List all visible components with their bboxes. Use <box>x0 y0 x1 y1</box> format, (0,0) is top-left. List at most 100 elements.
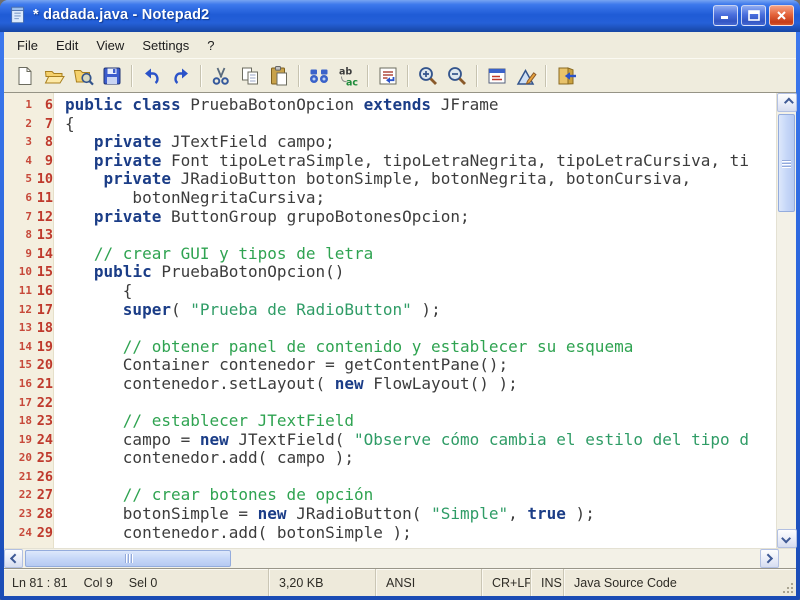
open-file-button[interactable] <box>39 62 68 89</box>
redo-icon <box>170 65 192 87</box>
line-number-secondary: 19 <box>4 431 32 450</box>
code-line: 2328 botonSimple = new JRadioButton( "Si… <box>4 505 776 524</box>
code-pane[interactable]: 16public class PruebaBotonOpcion extends… <box>4 93 776 548</box>
line-number-secondary: 20 <box>4 449 32 468</box>
copy-icon <box>239 65 261 87</box>
line-number-secondary: 24 <box>4 524 32 543</box>
code-text <box>53 468 65 487</box>
scroll-up-button[interactable] <box>777 93 797 112</box>
code-line: 1823 // establecer JTextField <box>4 412 776 431</box>
close-button[interactable] <box>769 5 794 26</box>
status-line: Ln 81 : 81 <box>12 576 68 590</box>
line-number-secondary: 21 <box>4 468 32 487</box>
zoom-out-button[interactable] <box>442 62 471 89</box>
status-encoding[interactable]: ANSI <box>375 569 481 596</box>
new-file-button[interactable] <box>10 62 39 89</box>
find-icon <box>308 65 330 87</box>
toolbar-separator <box>131 65 132 87</box>
toolbar-separator <box>200 65 201 87</box>
vertical-scroll-track[interactable] <box>777 112 796 529</box>
status-eol-mode[interactable]: CR+LF <box>481 569 530 596</box>
vertical-scroll-thumb[interactable] <box>778 114 795 212</box>
menu-help[interactable]: ? <box>198 34 223 57</box>
copy-button[interactable] <box>235 62 264 89</box>
menu-edit[interactable]: Edit <box>47 34 87 57</box>
code-text: // obtener panel de contenido y establec… <box>53 338 633 357</box>
customize-schemes-button[interactable] <box>511 62 540 89</box>
line-number: 22 <box>32 394 53 413</box>
scroll-left-button[interactable] <box>4 549 23 568</box>
undo-button[interactable] <box>137 62 166 89</box>
resize-grip[interactable] <box>781 581 793 593</box>
scrollbar-corner <box>779 549 796 568</box>
customize-schemes-icon <box>515 65 537 87</box>
menu-settings[interactable]: Settings <box>133 34 198 57</box>
line-number-secondary: 10 <box>4 263 32 282</box>
code-text: // crear botones de opción <box>53 486 373 505</box>
word-wrap-button[interactable] <box>373 62 402 89</box>
line-number: 28 <box>32 505 53 524</box>
scroll-right-button[interactable] <box>760 549 779 568</box>
zoom-out-icon <box>446 65 468 87</box>
line-number: 9 <box>32 152 53 171</box>
line-number: 10 <box>32 170 53 189</box>
line-number-secondary: 9 <box>4 245 32 264</box>
horizontal-scrollbar[interactable] <box>4 548 796 568</box>
line-number: 17 <box>32 301 53 320</box>
chevron-left-icon <box>10 554 20 564</box>
code-line: 611 botonNegritaCursiva; <box>4 189 776 208</box>
window-body: FileEditViewSettings? abac 16public clas… <box>4 32 796 596</box>
code-text: public PruebaBotonOpcion() <box>53 263 344 282</box>
code-line: 1318 <box>4 319 776 338</box>
code-line: 1116 { <box>4 282 776 301</box>
vertical-scrollbar[interactable] <box>776 93 796 548</box>
undo-icon <box>141 65 163 87</box>
zoom-in-button[interactable] <box>413 62 442 89</box>
cut-button[interactable] <box>206 62 235 89</box>
chevron-up-icon <box>783 98 793 108</box>
exit-button[interactable] <box>551 62 580 89</box>
paste-button[interactable] <box>264 62 293 89</box>
line-number: 29 <box>32 524 53 543</box>
notepad2-window: * dadada.java - Notepad2 FileEditViewSet… <box>0 0 800 600</box>
code-line: 1722 <box>4 394 776 413</box>
menu-file[interactable]: File <box>8 34 47 57</box>
code-line: 2429 contenedor.add( botonSimple ); <box>4 524 776 543</box>
minimize-button[interactable] <box>713 5 738 26</box>
code-text: private JRadioButton botonSimple, botonN… <box>53 170 691 189</box>
status-caret-position[interactable]: Ln 81 : 81 Col 9 Sel 0 <box>4 569 268 596</box>
maximize-button[interactable] <box>741 5 766 26</box>
status-syntax-scheme[interactable]: Java Source Code <box>563 569 796 596</box>
browse-files-button[interactable] <box>68 62 97 89</box>
menu-view[interactable]: View <box>87 34 133 57</box>
code-line: 38 private JTextField campo; <box>4 133 776 152</box>
code-text <box>53 226 65 245</box>
find-button[interactable] <box>304 62 333 89</box>
line-number: 18 <box>32 319 53 338</box>
redo-button[interactable] <box>166 62 195 89</box>
status-insert-mode[interactable]: INS <box>530 569 563 596</box>
line-number-secondary: 12 <box>4 301 32 320</box>
code-line: 27{ <box>4 115 776 134</box>
line-number-secondary: 22 <box>4 486 32 505</box>
replace-button[interactable]: abac <box>333 62 362 89</box>
code-text <box>53 319 65 338</box>
line-number: 11 <box>32 189 53 208</box>
horizontal-scroll-track[interactable] <box>23 549 760 568</box>
code-line: 49 private Font tipoLetraSimple, tipoLet… <box>4 152 776 171</box>
code-text: contenedor.add( campo ); <box>53 449 354 468</box>
code-text: { <box>53 115 75 134</box>
zoom-in-icon <box>417 65 439 87</box>
save-file-button[interactable] <box>97 62 126 89</box>
code-line: 2126 <box>4 468 776 487</box>
line-number: 8 <box>32 133 53 152</box>
code-line: 1419 // obtener panel de contenido y est… <box>4 338 776 357</box>
view-schemes-button[interactable] <box>482 62 511 89</box>
code-line: 2025 contenedor.add( campo ); <box>4 449 776 468</box>
horizontal-scroll-thumb[interactable] <box>25 550 231 567</box>
scroll-down-button[interactable] <box>777 529 797 548</box>
line-number: 14 <box>32 245 53 264</box>
code-text: // establecer JTextField <box>53 412 354 431</box>
code-line: 2227 // crear botones de opción <box>4 486 776 505</box>
exit-icon <box>555 65 577 87</box>
